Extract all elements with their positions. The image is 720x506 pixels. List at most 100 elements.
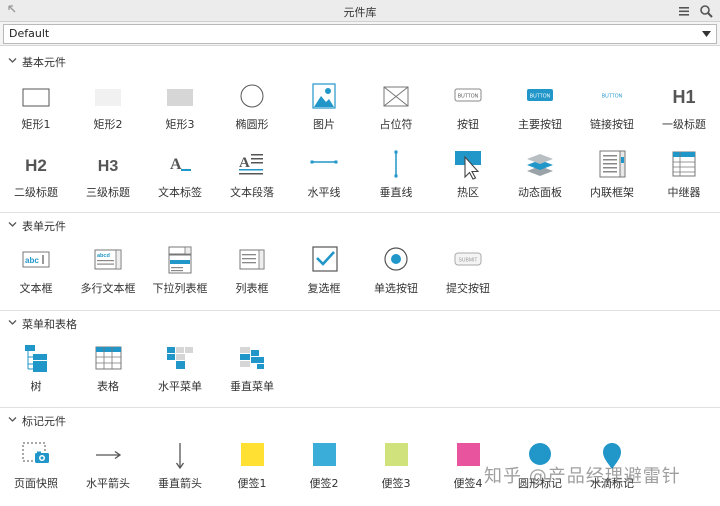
section-header-menu-table[interactable]: 菜单和表格 xyxy=(0,314,720,332)
widget-text-field[interactable]: abc 文本框 xyxy=(0,246,72,306)
watermark: 知乎 @产品经理避雷针 xyxy=(484,466,681,487)
widget-label: 三级标题 xyxy=(86,186,130,199)
widget-page-snapshot[interactable]: 页面快照 xyxy=(0,441,72,501)
heading-1-icon: H1 xyxy=(672,87,695,107)
widget-label: 下拉列表框 xyxy=(152,282,208,295)
widget-sticky-3[interactable]: 便签3 xyxy=(360,441,432,501)
chevron-down-icon xyxy=(8,222,17,227)
sticky-note-green-icon xyxy=(385,443,408,466)
widget-sticky-2[interactable]: 便签2 xyxy=(288,441,360,501)
widget-vertical-line[interactable]: 垂直线 xyxy=(360,150,432,210)
sticky-note-pink-icon xyxy=(457,443,480,466)
widget-submit-button[interactable]: SUBMIT 提交按钮 xyxy=(432,246,504,306)
section-divider xyxy=(0,212,720,213)
primary-button-icon-text: BUTTON xyxy=(530,94,551,100)
horizontal-menu-icon xyxy=(167,347,193,369)
sticky-note-yellow-icon xyxy=(241,443,264,466)
rectangle-gray-icon xyxy=(167,89,193,106)
widget-rectangle-2[interactable]: 矩形2 xyxy=(72,82,144,142)
widget-text-paragraph[interactable]: A 文本段落 xyxy=(216,150,288,210)
dropdown-list-icon xyxy=(168,246,192,274)
widget-inline-frame[interactable]: 内联框架 xyxy=(576,150,648,210)
widget-primary-button[interactable]: BUTTON 主要按钮 xyxy=(504,82,576,142)
widget-button[interactable]: BUTTON 按钮 xyxy=(432,82,504,142)
vertical-menu-icon xyxy=(240,347,264,369)
widget-heading-2[interactable]: H2 二级标题 xyxy=(0,150,72,210)
window-title: 元件库 xyxy=(343,6,377,19)
widget-label: 列表框 xyxy=(235,282,269,295)
inline-frame-icon xyxy=(599,150,626,178)
widget-rectangle-1[interactable]: 矩形1 xyxy=(0,82,72,142)
widget-label: 垂直菜单 xyxy=(230,380,274,393)
section-divider xyxy=(0,407,720,408)
list-box-icon xyxy=(239,249,265,270)
widget-textarea[interactable]: abcd 多行文本框 xyxy=(72,246,144,306)
heading-2-icon-text: H2 xyxy=(25,156,47,175)
widget-heading-3[interactable]: H3 三级标题 xyxy=(72,150,144,210)
primary-button-icon: BUTTON xyxy=(527,89,553,101)
widget-tree[interactable]: 树 xyxy=(0,344,72,404)
section-title: 标记元件 xyxy=(22,415,66,428)
widget-label: 水平线 xyxy=(307,186,341,199)
widget-dynamic-panel[interactable]: 动态面板 xyxy=(504,150,576,210)
widget-checkbox[interactable]: 复选框 xyxy=(288,246,360,306)
library-select[interactable]: Default xyxy=(3,24,717,44)
section-header-basic[interactable]: 基本元件 xyxy=(0,52,720,70)
widget-heading-1[interactable]: H1 一级标题 xyxy=(648,82,720,142)
widget-label: 占位符 xyxy=(379,118,413,131)
widget-horizontal-line[interactable]: 水平线 xyxy=(288,150,360,210)
section-header-form[interactable]: 表单元件 xyxy=(0,216,720,234)
widget-placeholder[interactable]: 占位符 xyxy=(360,82,432,142)
widget-repeater[interactable]: 中继器 xyxy=(648,150,720,210)
widget-hotspot[interactable]: 热区 xyxy=(432,150,504,210)
widget-radio-button[interactable]: 单选按钮 xyxy=(360,246,432,306)
chevron-down-icon xyxy=(8,417,17,422)
widget-vertical-arrow[interactable]: 垂直箭头 xyxy=(144,441,216,501)
widget-label: 文本段落 xyxy=(230,186,274,199)
widget-horizontal-arrow[interactable]: 水平箭头 xyxy=(72,441,144,501)
heading-3-icon: H3 xyxy=(98,158,119,175)
widget-label: 便签2 xyxy=(309,477,339,490)
chevron-down-icon xyxy=(8,58,17,63)
widget-label: 多行文本框 xyxy=(80,282,136,295)
widget-label: 便签1 xyxy=(237,477,267,490)
section-header-markup[interactable]: 标记元件 xyxy=(0,411,720,429)
widget-dropdown[interactable]: 下拉列表框 xyxy=(144,246,216,306)
rectangle-light-icon xyxy=(95,89,121,106)
widget-image[interactable]: 图片 xyxy=(288,82,360,142)
text-label-icon: A xyxy=(170,156,191,173)
chevron-down-icon xyxy=(8,320,17,325)
widget-ellipse[interactable]: 椭圆形 xyxy=(216,82,288,142)
widget-rectangle-3[interactable]: 矩形3 xyxy=(144,82,216,142)
widget-link-button[interactable]: BUTTON 链接按钮 xyxy=(576,82,648,142)
widget-text-label[interactable]: A 文本标签 xyxy=(144,150,216,210)
library-select-value: Default xyxy=(9,27,50,40)
widget-label: 中继器 xyxy=(667,186,701,199)
widget-label: 文本标签 xyxy=(158,186,202,199)
widget-label: 内联框架 xyxy=(590,186,634,199)
rectangle-outline-icon xyxy=(22,88,50,107)
widget-label: 矩形3 xyxy=(165,118,195,131)
text-label-icon-text: A xyxy=(170,156,182,173)
widget-table[interactable]: 表格 xyxy=(72,344,144,404)
widget-label: 复选框 xyxy=(307,282,341,295)
heading-3-icon-text: H3 xyxy=(98,158,119,175)
widget-horizontal-menu[interactable]: 水平菜单 xyxy=(144,344,216,404)
widget-label: 一级标题 xyxy=(662,118,706,131)
widget-label: 文本框 xyxy=(19,282,53,295)
placeholder-icon xyxy=(383,86,409,107)
menu-icon[interactable] xyxy=(677,4,691,18)
section-divider xyxy=(0,310,720,311)
widget-label: 水平菜单 xyxy=(158,380,202,393)
search-icon[interactable] xyxy=(699,4,713,18)
widget-sticky-1[interactable]: 便签1 xyxy=(216,441,288,501)
text-paragraph-icon: A xyxy=(239,154,263,175)
section-title: 菜单和表格 xyxy=(22,318,77,331)
widget-vertical-menu[interactable]: 垂直菜单 xyxy=(216,344,288,404)
section-title: 基本元件 xyxy=(22,56,66,69)
link-button-icon: BUTTON xyxy=(602,94,623,100)
widget-label: 页面快照 xyxy=(14,477,58,490)
sticky-note-blue-icon xyxy=(313,443,336,466)
widget-list-box[interactable]: 列表框 xyxy=(216,246,288,306)
widget-label: 单选按钮 xyxy=(374,282,418,295)
